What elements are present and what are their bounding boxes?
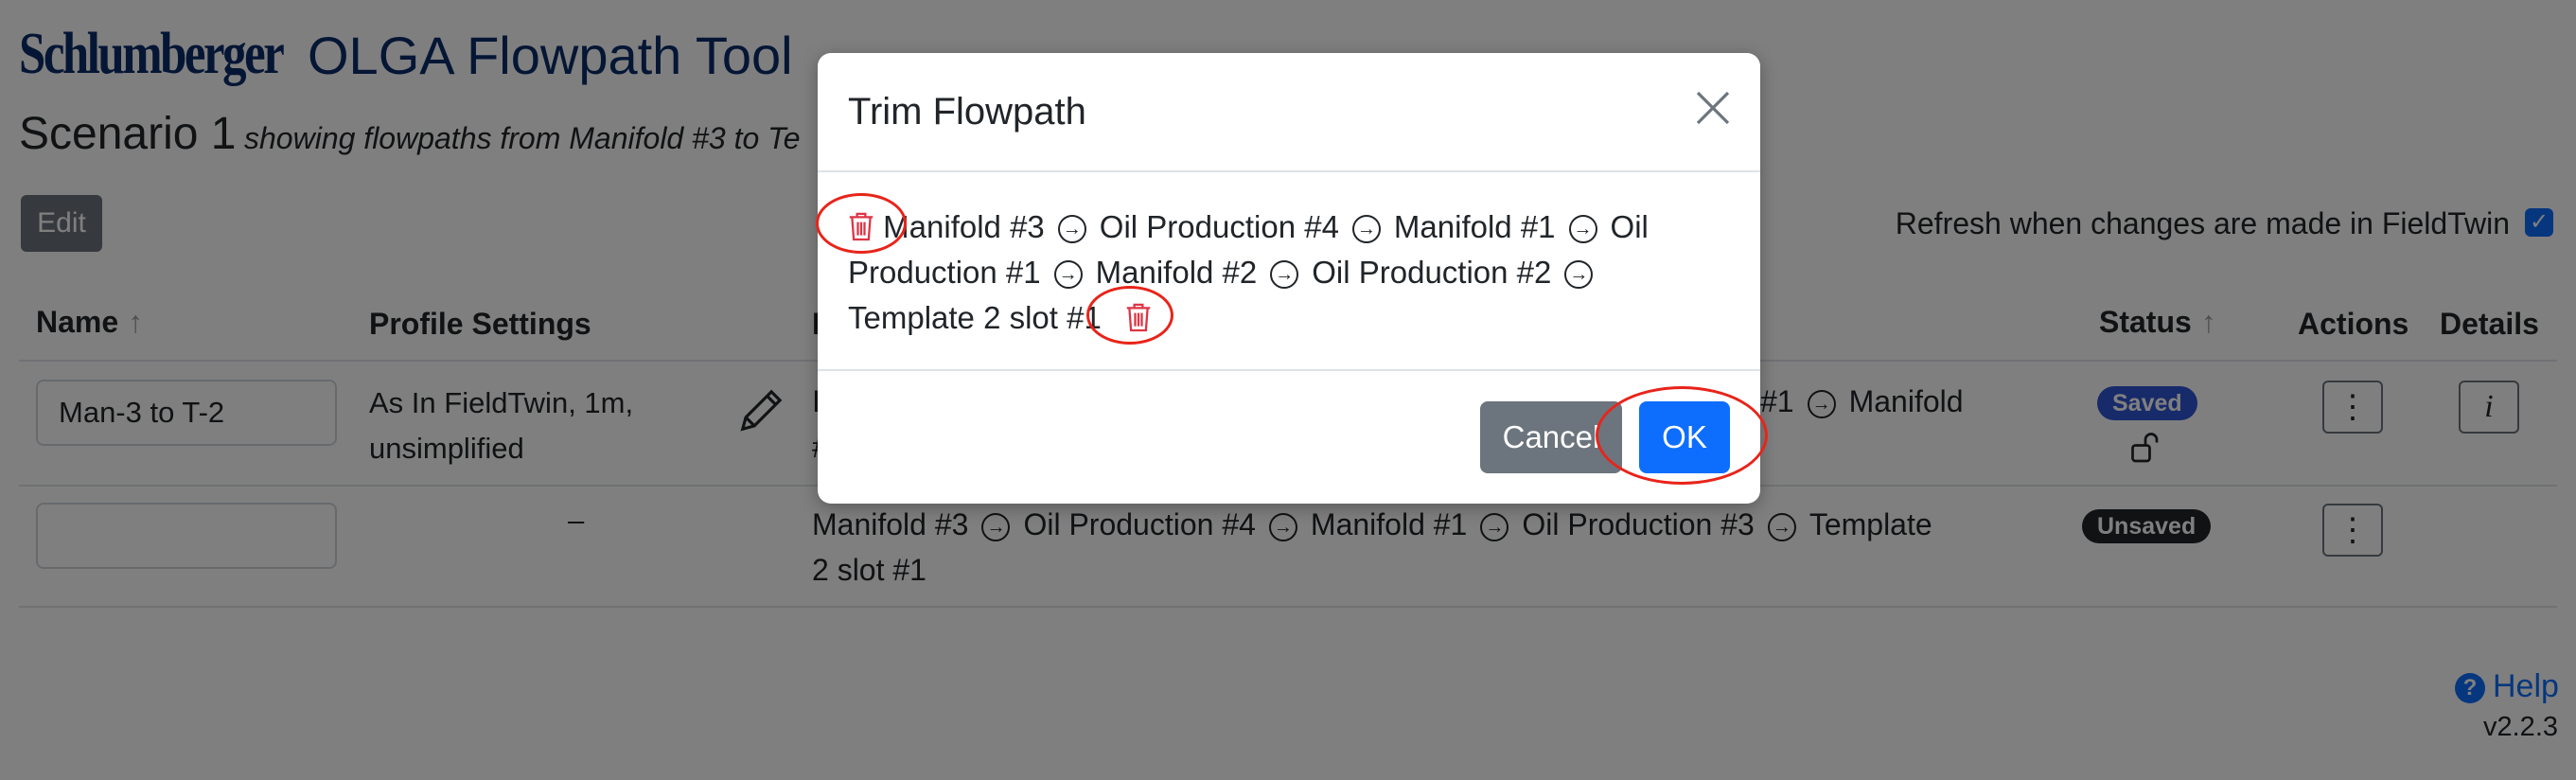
path-node: Template 2 slot #1 xyxy=(848,300,1102,335)
dialog-divider xyxy=(818,369,1760,371)
app-page: Schlumberger OLGA Flowpath Tool Scenario… xyxy=(0,0,2576,780)
arrow-right-icon: → xyxy=(1270,260,1299,290)
arrow-right-icon: → xyxy=(1568,215,1597,244)
arrow-right-icon: → xyxy=(1057,215,1086,244)
annotation-circle xyxy=(816,193,907,254)
dialog-divider xyxy=(818,170,1760,172)
path-node: Manifold #2 xyxy=(1095,255,1258,290)
dialog-title: Trim Flowpath xyxy=(848,91,1086,133)
annotation-circle xyxy=(1086,286,1173,345)
arrow-right-icon: → xyxy=(1564,260,1594,290)
path-node: Manifold #3 xyxy=(883,209,1045,244)
annotation-circle xyxy=(1596,386,1768,485)
path-node: Oil Production #2 xyxy=(1312,255,1552,290)
close-icon[interactable] xyxy=(1694,89,1732,127)
trim-path-list: Manifold #3 → Oil Production #4 → Manifold #… xyxy=(848,204,1719,341)
path-node: Oil Production #4 xyxy=(1099,209,1339,244)
arrow-right-icon: → xyxy=(1351,215,1381,244)
path-node: Manifold #1 xyxy=(1393,209,1556,244)
arrow-right-icon: → xyxy=(1053,260,1083,290)
